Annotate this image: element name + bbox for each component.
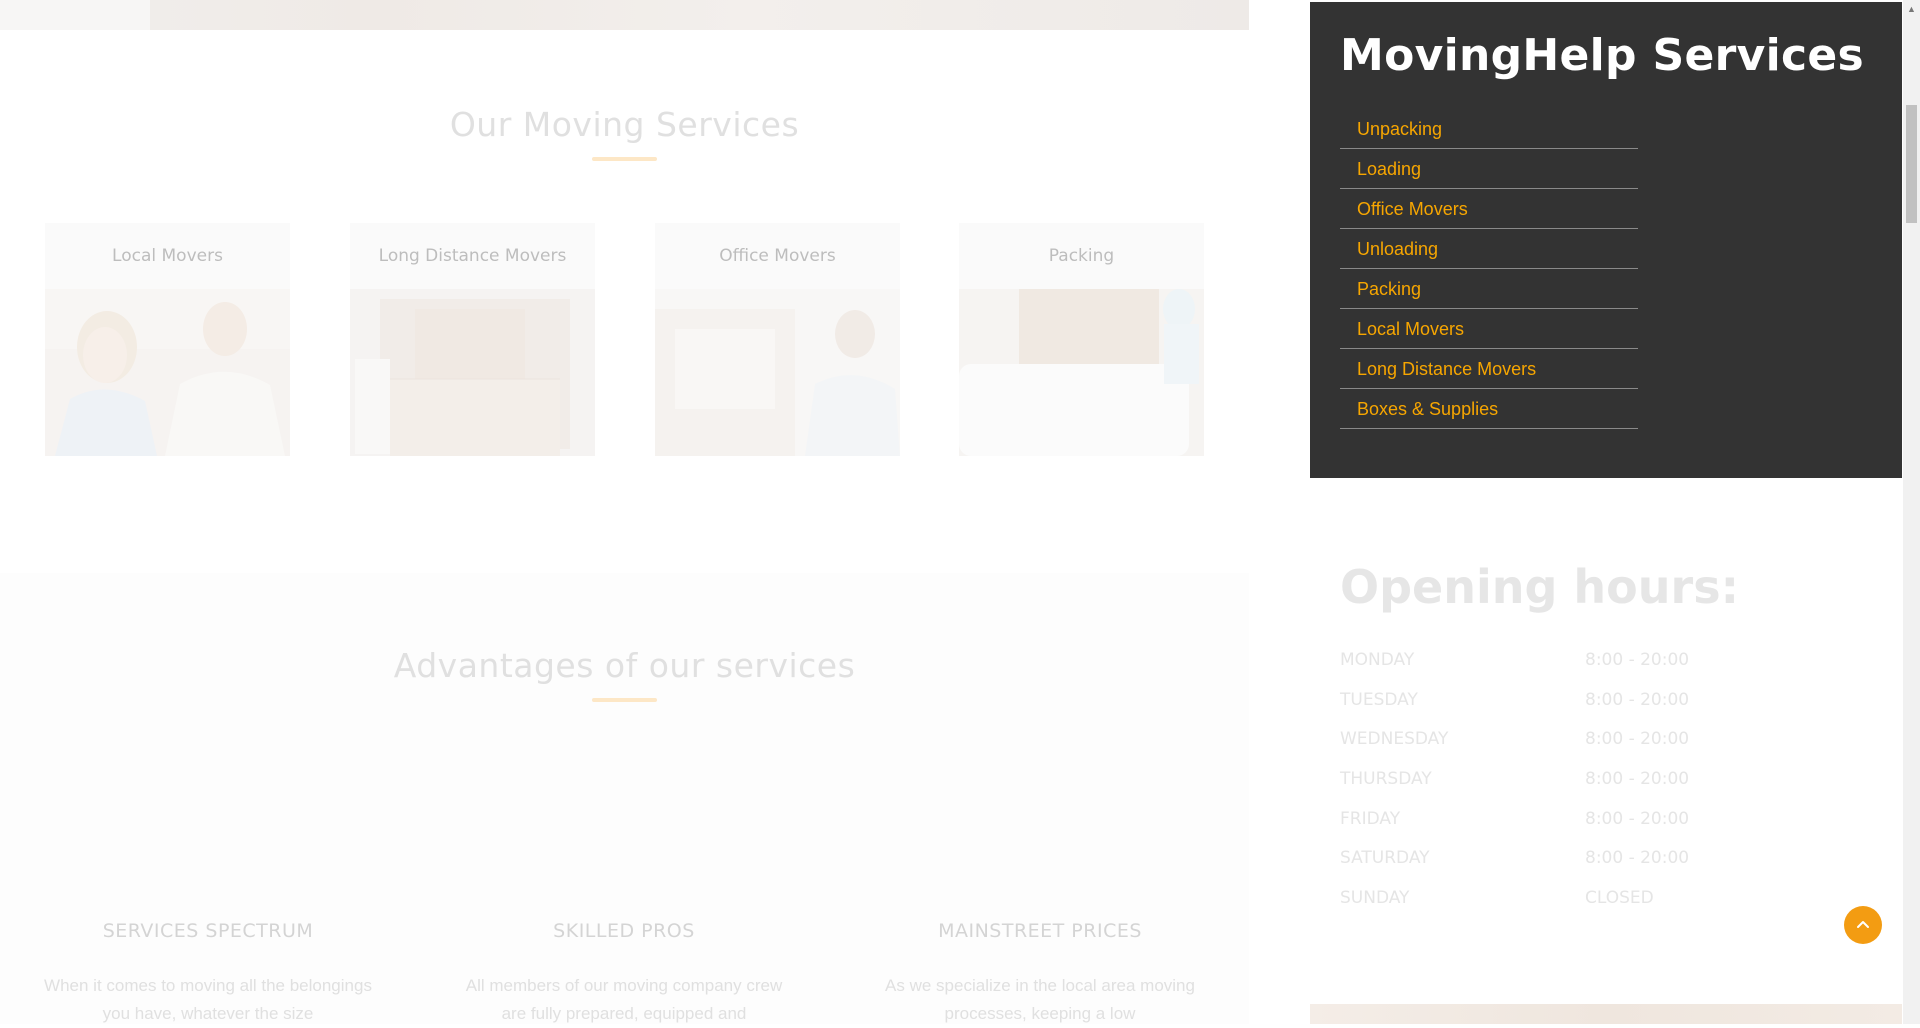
hours-row-thursday: THURSDAY 8:00 - 20:00 bbox=[1340, 769, 1700, 809]
hours-row-sunday: SUNDAY CLOSED bbox=[1340, 888, 1700, 928]
opening-hours-title: Opening hours: bbox=[1340, 560, 1739, 614]
hours-day: THURSDAY bbox=[1340, 769, 1432, 789]
advantage-mainstreet-prices: MAINSTREET PRICES As we specialize in th… bbox=[870, 920, 1210, 1028]
sidebar-services-list: Unpacking Loading Office Movers Unloadin… bbox=[1340, 109, 1638, 429]
services-section-title: Our Moving Services bbox=[449, 105, 800, 144]
hours-time: 8:00 - 20:00 bbox=[1585, 848, 1690, 868]
advantage-text: All members of our moving company crew a… bbox=[465, 976, 783, 1023]
advantage-heading: SKILLED PROS bbox=[553, 920, 695, 942]
sidebar-link-loading[interactable]: Loading bbox=[1340, 149, 1638, 189]
hours-time: 8:00 - 20:00 bbox=[1585, 769, 1690, 789]
hours-row-saturday: SATURDAY 8:00 - 20:00 bbox=[1340, 848, 1700, 888]
advantage-skilled-pros: SKILLED PROS All members of our moving c… bbox=[454, 920, 794, 1028]
hours-time: 8:00 - 20:00 bbox=[1585, 729, 1690, 749]
service-card-label: Packing bbox=[959, 223, 1204, 289]
hours-time: 8:00 - 20:00 bbox=[1585, 809, 1690, 829]
service-card-office-movers[interactable]: Office Movers bbox=[655, 223, 900, 456]
sidebar-title: MovingHelp Services bbox=[1340, 30, 1864, 81]
hours-day: MONDAY bbox=[1340, 650, 1415, 670]
hours-day: FRIDAY bbox=[1340, 809, 1401, 829]
sidebar-services-panel: MovingHelp Services Unpacking Loading Of… bbox=[1310, 2, 1902, 478]
advantage-heading: SERVICES SPECTRUM bbox=[102, 920, 314, 942]
sidebar-link-boxes-supplies[interactable]: Boxes & Supplies bbox=[1340, 389, 1638, 429]
service-card-long-distance-movers[interactable]: Long Distance Movers bbox=[350, 223, 595, 456]
sidebar-link-unpacking[interactable]: Unpacking bbox=[1340, 109, 1638, 149]
vertical-scrollbar[interactable]: ▲ bbox=[1903, 0, 1920, 1024]
hours-time: CLOSED bbox=[1585, 888, 1654, 908]
scroll-up-arrow-icon[interactable]: ▲ bbox=[1903, 0, 1920, 17]
service-card-label: Office Movers bbox=[655, 223, 900, 289]
service-card-label: Local Movers bbox=[45, 223, 290, 289]
hours-day: WEDNESDAY bbox=[1340, 729, 1449, 749]
office-movers-photo bbox=[655, 289, 900, 456]
sidebar-link-office-movers[interactable]: Office Movers bbox=[1340, 189, 1638, 229]
advantage-text: When it comes to moving all the belongin… bbox=[44, 976, 372, 1023]
hero-image-strip bbox=[0, 0, 1249, 30]
hours-day: SATURDAY bbox=[1340, 848, 1430, 868]
title-underline bbox=[592, 698, 657, 702]
service-card-label: Long Distance Movers bbox=[350, 223, 595, 289]
advantages-section-title: Advantages of our services bbox=[393, 646, 856, 685]
sidebar-link-packing[interactable]: Packing bbox=[1340, 269, 1638, 309]
advantage-heading: MAINSTREET PRICES bbox=[938, 920, 1142, 942]
sidebar-image-strip bbox=[1310, 1004, 1902, 1024]
title-underline bbox=[592, 157, 657, 161]
scrollbar-thumb[interactable] bbox=[1906, 105, 1917, 223]
hours-day: TUESDAY bbox=[1340, 690, 1418, 710]
hours-time: 8:00 - 20:00 bbox=[1585, 690, 1690, 710]
long-distance-movers-photo bbox=[350, 289, 595, 456]
service-card-packing[interactable]: Packing bbox=[959, 223, 1204, 456]
sidebar-link-unloading[interactable]: Unloading bbox=[1340, 229, 1638, 269]
advantage-text: As we specialize in the local area movin… bbox=[885, 976, 1195, 1023]
hours-day: SUNDAY bbox=[1340, 888, 1410, 908]
chevron-up-icon bbox=[1857, 921, 1869, 928]
service-card-local-movers[interactable]: Local Movers bbox=[45, 223, 290, 456]
hours-row-friday: FRIDAY 8:00 - 20:00 bbox=[1340, 809, 1700, 849]
sidebar-link-local-movers[interactable]: Local Movers bbox=[1340, 309, 1638, 349]
main-content: Our Moving Services Local Movers Long Di… bbox=[0, 0, 1249, 1024]
sidebar-link-long-distance-movers[interactable]: Long Distance Movers bbox=[1340, 349, 1638, 389]
hours-row-tuesday: TUESDAY 8:00 - 20:00 bbox=[1340, 690, 1700, 730]
hours-time: 8:00 - 20:00 bbox=[1585, 650, 1690, 670]
back-to-top-button[interactable] bbox=[1844, 906, 1882, 944]
hours-row-monday: MONDAY 8:00 - 20:00 bbox=[1340, 650, 1700, 690]
packing-photo bbox=[959, 289, 1204, 456]
local-movers-photo bbox=[45, 289, 290, 456]
advantage-services-spectrum: SERVICES SPECTRUM When it comes to movin… bbox=[38, 920, 378, 1028]
hours-row-wednesday: WEDNESDAY 8:00 - 20:00 bbox=[1340, 729, 1700, 769]
